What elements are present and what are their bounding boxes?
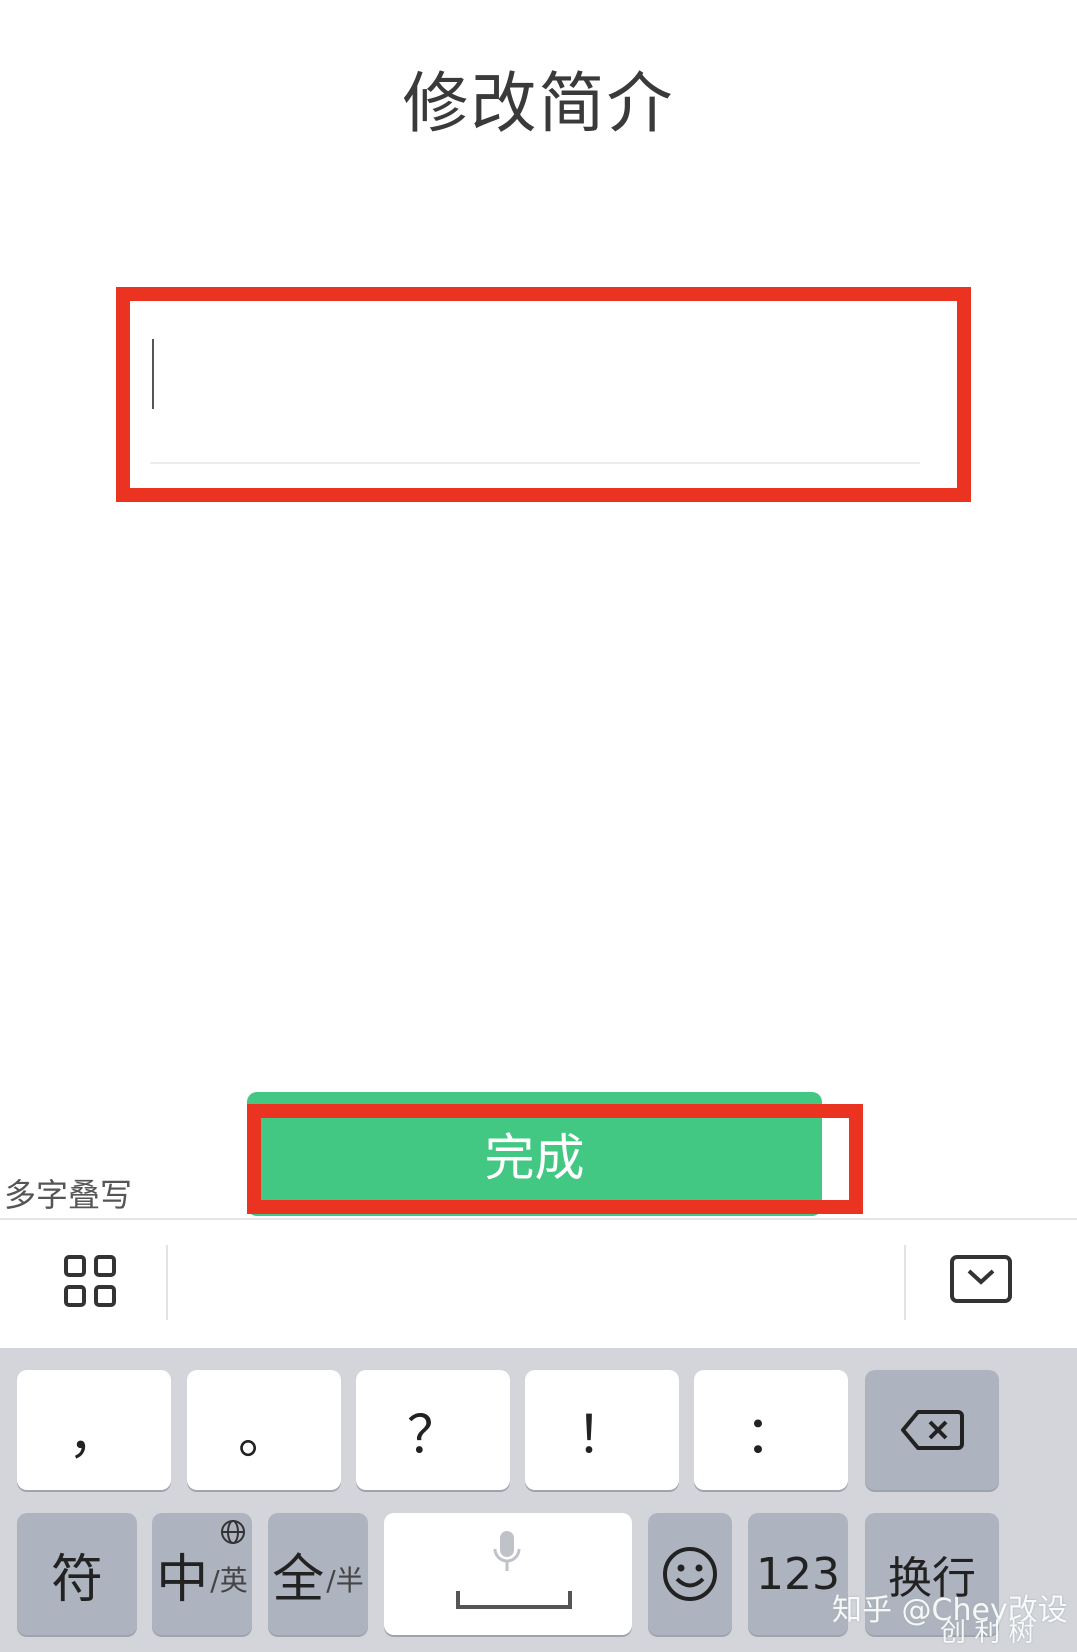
toolbar-divider — [904, 1245, 906, 1320]
keyboard-toolbar — [0, 1218, 1077, 1350]
candidate-hint[interactable]: 多字叠写 — [4, 1170, 132, 1216]
symbols-key[interactable]: 符 — [17, 1513, 137, 1635]
key-exclamation[interactable]: ！ — [525, 1370, 679, 1490]
globe-icon — [221, 1520, 245, 1544]
page-title: 修改简介 — [402, 65, 675, 142]
backspace-icon — [901, 1410, 964, 1450]
microphone-icon — [493, 1531, 521, 1571]
lang-switch-key[interactable]: 中/英 — [152, 1513, 252, 1635]
width-sub-label: /半 — [326, 1564, 364, 1597]
space-key[interactable] — [384, 1513, 632, 1635]
emoji-key[interactable] — [648, 1513, 732, 1635]
key-colon[interactable]: ： — [694, 1370, 848, 1490]
space-bar-icon — [456, 1591, 572, 1609]
emoji-icon — [663, 1547, 717, 1601]
key-question[interactable]: ？ — [356, 1370, 510, 1490]
full-half-width-key[interactable]: 全/半 — [268, 1513, 368, 1635]
highlight-box-input — [116, 287, 971, 502]
keyboard-collapse-icon[interactable] — [950, 1255, 1012, 1303]
grid-icon[interactable] — [64, 1255, 116, 1307]
lang-main-label: 中 — [156, 1549, 209, 1610]
backspace-key[interactable] — [865, 1370, 999, 1490]
highlight-box-done — [247, 1104, 863, 1214]
watermark-logo-text: 创 利 树 — [940, 1618, 1035, 1648]
lang-sub-label: /英 — [210, 1564, 248, 1597]
toolbar-divider — [166, 1245, 168, 1320]
key-period[interactable]: 。 — [187, 1370, 341, 1490]
width-main-label: 全 — [272, 1549, 325, 1610]
key-comma[interactable]: ， — [17, 1370, 171, 1490]
